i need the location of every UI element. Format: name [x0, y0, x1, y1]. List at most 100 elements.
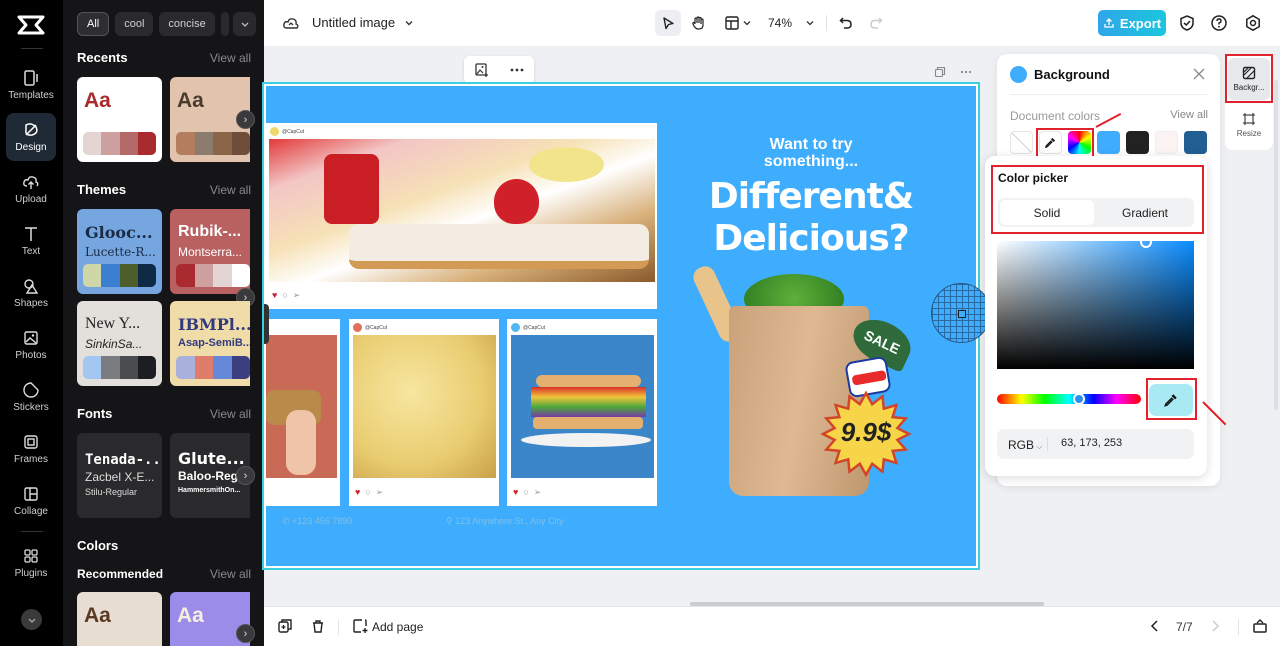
- document-colors-view-all[interactable]: View all: [1170, 109, 1208, 121]
- more-icon[interactable]: [510, 68, 524, 72]
- rail-item-design[interactable]: Design: [6, 113, 56, 161]
- close-icon[interactable]: [1191, 66, 1207, 82]
- social-post-card[interactable]: @CapCut ♥ ○ ➢: [266, 123, 657, 309]
- rail-item-shapes[interactable]: Shapes: [6, 269, 56, 317]
- chevron-down-icon[interactable]: [404, 18, 414, 28]
- recents-next-button[interactable]: ›: [236, 110, 255, 129]
- page-manager-icon[interactable]: [1252, 618, 1268, 634]
- add-page-button[interactable]: Add page: [372, 620, 423, 634]
- hue-slider[interactable]: [997, 394, 1141, 404]
- duplicate-page-icon[interactable]: [934, 66, 946, 78]
- collapse-panel-handle[interactable]: [264, 304, 269, 344]
- recent-style-card[interactable]: Aa: [77, 77, 162, 162]
- chip-all[interactable]: All: [77, 12, 110, 36]
- chevron-down-icon[interactable]: [805, 18, 815, 28]
- font-heading: Glute...: [178, 449, 245, 468]
- chips-expand-button[interactable]: [233, 12, 256, 36]
- theme-card[interactable]: New Y... SinkinSa...: [77, 301, 162, 386]
- theme-card[interactable]: Rubik-... Montserra...: [170, 209, 250, 294]
- swatch-color[interactable]: [1097, 131, 1120, 154]
- page-more-icon[interactable]: [960, 70, 972, 74]
- post-avatar: [511, 323, 520, 332]
- palette-swatch: [83, 264, 102, 287]
- themes-view-all[interactable]: View all: [210, 183, 251, 197]
- font-pair-card[interactable]: Tenada-... Zacbel X-E... Stilu-Regular: [77, 433, 162, 518]
- previous-page-icon[interactable]: [1148, 618, 1162, 634]
- chip-cool[interactable]: cool: [115, 12, 154, 36]
- post-handle: @CapCut: [282, 128, 305, 135]
- chevron-down-icon: [28, 618, 35, 623]
- layout-icon[interactable]: [724, 15, 740, 31]
- lemon-slice: [529, 147, 604, 182]
- hue-slider-handle[interactable]: [1073, 393, 1085, 405]
- theme-card[interactable]: IBMPl... Asap-SemiB...: [170, 301, 250, 386]
- duplicate-icon[interactable]: [277, 618, 293, 634]
- rail-item-plugins[interactable]: Plugins: [6, 539, 56, 587]
- shield-check-icon[interactable]: [1178, 14, 1196, 32]
- colors-next-button[interactable]: ›: [236, 624, 255, 643]
- bottom-divider: [1238, 619, 1239, 635]
- chevron-down-icon[interactable]: [742, 18, 752, 28]
- theme-body-font: Asap-SemiB...: [178, 337, 250, 349]
- color-mode-select[interactable]: RGB ⌵: [1008, 438, 1042, 452]
- color-palette-card[interactable]: Aa: [77, 592, 162, 646]
- rail-expand-button[interactable]: [21, 609, 42, 630]
- saturation-value-area[interactable]: [997, 241, 1194, 369]
- colors-view-all[interactable]: View all: [210, 567, 251, 581]
- redo-icon[interactable]: [868, 15, 884, 31]
- shapes-icon: [24, 279, 39, 294]
- export-button[interactable]: Export: [1098, 10, 1166, 36]
- zoom-level[interactable]: 74%: [768, 16, 792, 30]
- chip-concise[interactable]: concise: [159, 12, 215, 36]
- recents-view-all[interactable]: View all: [210, 51, 251, 65]
- contact-address: ⚲ 123 Anywhere St., Any City: [446, 516, 564, 526]
- settings-icon[interactable]: [1244, 14, 1262, 32]
- add-page-icon[interactable]: [352, 618, 368, 634]
- theme-card[interactable]: Glooc... Lucette-R...: [77, 209, 162, 294]
- undo-icon[interactable]: [838, 15, 854, 31]
- rail-item-templates[interactable]: Templates: [6, 61, 56, 109]
- swatch-color[interactable]: [1155, 131, 1178, 154]
- rail-item-label: Design: [15, 142, 47, 153]
- rail-item-text[interactable]: Text: [6, 217, 56, 265]
- hand-tool-icon[interactable]: [690, 15, 706, 31]
- rail-item-frames[interactable]: Frames: [6, 425, 56, 473]
- card-palette: [176, 132, 250, 155]
- fonts-view-all[interactable]: View all: [210, 407, 251, 421]
- palette-swatch: [176, 132, 195, 155]
- select-tool-button[interactable]: [655, 10, 681, 36]
- resize-icon: [1243, 113, 1255, 125]
- social-post-card[interactable]: @CapCut ♥ ○ ➢: [507, 319, 657, 506]
- capcut-logo-icon[interactable]: [16, 14, 46, 36]
- card-aa-sample: Aa: [177, 604, 204, 627]
- highlight-box: [1225, 54, 1273, 103]
- rail-item-collage[interactable]: Collage: [6, 477, 56, 525]
- card-palette: [83, 132, 156, 155]
- fonts-next-button[interactable]: ›: [236, 466, 255, 485]
- chevron-down-icon: [241, 22, 248, 27]
- color-mode-label: RGB: [1008, 438, 1035, 452]
- swatch-transparent[interactable]: [1010, 131, 1033, 154]
- swatch-color[interactable]: [1126, 131, 1149, 154]
- rgb-value-input[interactable]: 63, 173, 253: [1061, 437, 1122, 449]
- help-icon[interactable]: [1210, 14, 1228, 32]
- theme-heading-font: Glooc...: [85, 223, 153, 242]
- document-title[interactable]: Untitled image: [312, 15, 395, 30]
- page-indicator: 7/7: [1176, 620, 1193, 634]
- rail-item-upload[interactable]: Upload: [6, 165, 56, 213]
- social-post-card[interactable]: [266, 319, 340, 506]
- social-post-card[interactable]: @CapCut ♥ ○ ➢: [349, 319, 499, 506]
- rail-item-photos[interactable]: Photos: [6, 321, 56, 369]
- theme-heading-font: IBMPl...: [178, 315, 250, 334]
- rail-item-stickers[interactable]: Stickers: [6, 373, 56, 421]
- next-page-icon[interactable]: [1208, 618, 1222, 634]
- add-image-icon[interactable]: [474, 62, 490, 78]
- swatch-color[interactable]: [1184, 131, 1207, 154]
- cloud-sync-icon[interactable]: [282, 14, 300, 32]
- chip-overflow[interactable]: [220, 12, 229, 36]
- saturation-value-handle[interactable]: [1140, 236, 1152, 248]
- trash-icon[interactable]: [310, 618, 326, 634]
- side-tab-resize[interactable]: Resize: [1228, 104, 1270, 146]
- vertical-scrollbar[interactable]: [1274, 80, 1278, 410]
- artboard[interactable]: @CapCut ♥ ○ ➢ @CapCut ♥ ○ ➢ @CapCut ♥ ○ …: [262, 82, 980, 570]
